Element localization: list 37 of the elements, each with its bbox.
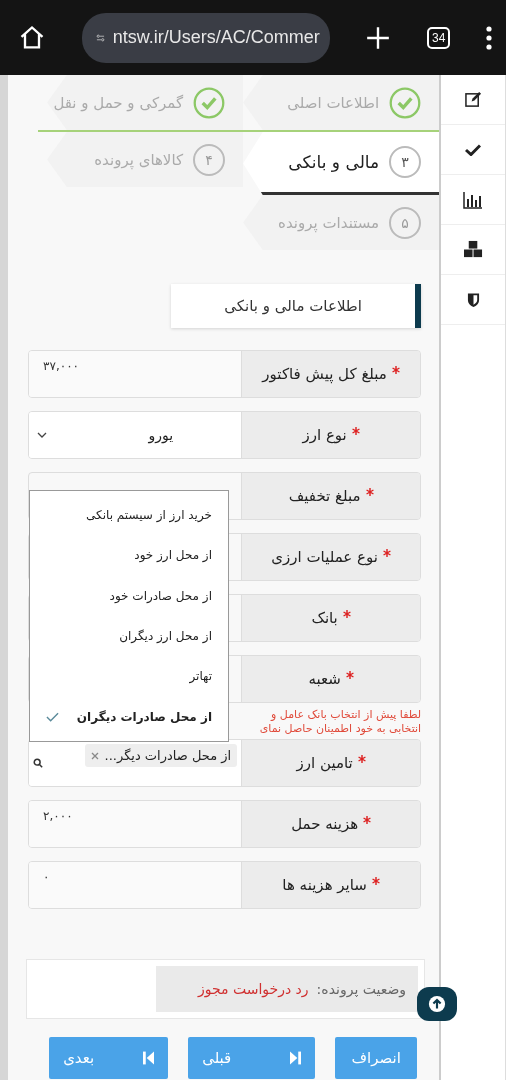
url-text: ntsw.ir/Users/AC/Commer: [112, 27, 320, 48]
section-heading: اطلاعات مالی و بانکی: [171, 284, 422, 328]
bar-chart-icon[interactable]: [463, 190, 484, 209]
tab-count-button[interactable]: 34: [426, 26, 451, 49]
menu-icon[interactable]: [486, 25, 492, 50]
check-circle-icon: [389, 86, 422, 119]
warning-message: لطفا پیش از انتخاب بانک عامل و انتخابی به خود اطمینان حاصل نمای: [258, 708, 422, 736]
dropdown-option[interactable]: از محل صادرات خود: [30, 580, 228, 611]
skip-icon: [290, 1051, 302, 1065]
required-icon: [382, 549, 391, 557]
address-bar[interactable]: ntsw.ir/Users/AC/Commer: [81, 12, 330, 63]
dropdown-option[interactable]: خرید ارز از سیستم بانکی: [30, 500, 228, 531]
dropdown-option[interactable]: از محل صادرات دیگران: [30, 701, 228, 732]
required-icon: [345, 671, 354, 679]
status-value: رد درخواست مجوز: [197, 981, 309, 997]
shield-icon[interactable]: [466, 291, 480, 308]
field-label: نوع عملیات ارزی: [271, 548, 378, 566]
wizard-step[interactable]: ۳ مالی و بانکی: [243, 132, 440, 195]
field-label: مبلغ تخفیف: [288, 487, 361, 505]
check-circle-icon: [193, 86, 226, 119]
required-icon: [342, 610, 351, 618]
scroll-to-top-button[interactable]: [417, 987, 458, 1021]
cubes-icon[interactable]: [462, 240, 484, 259]
dropdown-option[interactable]: از محل ارز دیگران: [30, 621, 228, 652]
check-icon[interactable]: [465, 143, 482, 156]
new-tab-icon[interactable]: [365, 24, 392, 51]
home-icon[interactable]: [18, 23, 46, 52]
dropdown-option[interactable]: تهاتر: [30, 661, 228, 692]
dropdown-option[interactable]: از محل ارز خود: [30, 540, 228, 571]
skip-icon: [143, 1051, 155, 1065]
check-icon: [46, 711, 59, 722]
status-label: وضعیت پرونده:: [316, 981, 407, 997]
edit-icon[interactable]: [464, 91, 482, 108]
required-icon: [365, 488, 374, 496]
field-label: بانک: [311, 609, 338, 627]
field-label: شعبه: [308, 670, 341, 688]
arrow-up-icon: [428, 995, 447, 1013]
